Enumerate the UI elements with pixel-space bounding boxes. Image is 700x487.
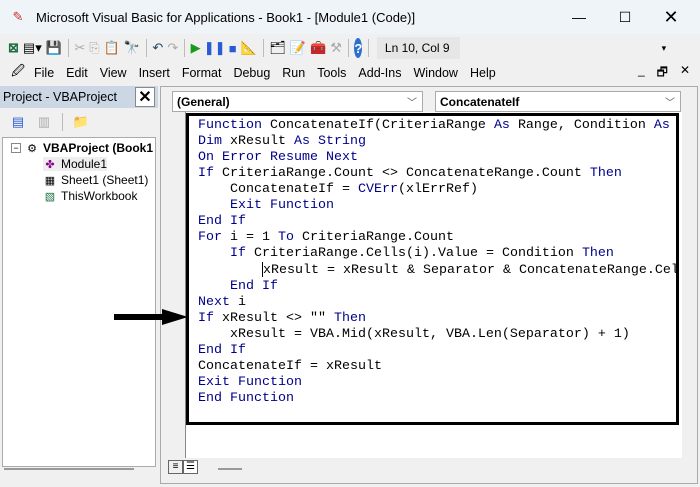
chevron-down-icon: ﹀	[407, 98, 417, 109]
workbook-icon: ▧	[44, 190, 56, 203]
chevron-down-icon: ﹀	[665, 98, 675, 109]
menu-help[interactable]: Help	[464, 66, 502, 80]
sheet-icon: ▦	[44, 174, 56, 187]
module-icon: ✤	[45, 158, 55, 171]
maximize-button[interactable]: ☐	[602, 0, 648, 34]
procedure-dropdown[interactable]: ConcatenateIf ﹀	[435, 91, 681, 112]
menu-debug[interactable]: Debug	[227, 66, 276, 80]
project-panel-close-button[interactable]: ✕	[135, 87, 155, 107]
menu-edit[interactable]: Edit	[60, 66, 94, 80]
arrow-icon	[114, 309, 188, 325]
highlight-box	[186, 113, 679, 425]
procedure-dropdown-value: ConcatenateIf	[440, 94, 520, 109]
paste-icon[interactable]: 📋	[104, 38, 120, 58]
menu-bar: 🖉 File Edit View Insert Format Debug Run…	[8, 62, 698, 84]
run-icon[interactable]: ▶	[191, 38, 201, 58]
module-icon: 🖉	[11, 63, 25, 78]
undo-icon[interactable]: ↶	[152, 38, 163, 58]
collapse-icon[interactable]: −	[11, 143, 21, 153]
toggle-folders-icon[interactable]: 📁	[71, 112, 91, 132]
break-icon[interactable]: ❚❚	[204, 38, 226, 58]
full-module-view-button[interactable]: ☰	[183, 460, 198, 474]
view-code-icon[interactable]: ▤	[8, 112, 28, 132]
cursor-position: Ln 10, Col 9	[376, 37, 460, 59]
project-explorer-icon[interactable]: 🗂	[269, 38, 286, 58]
object-dropdown[interactable]: (General) ﹀	[172, 91, 423, 112]
design-mode-icon[interactable]: 📐	[241, 38, 257, 58]
menu-window[interactable]: Window	[408, 66, 464, 80]
redo-icon[interactable]: ↷	[167, 38, 178, 58]
find-icon[interactable]: 🔭	[124, 38, 140, 58]
tree-item-label: Module1	[61, 157, 108, 171]
view-buttons: ≡ ☰	[168, 460, 200, 474]
copy-icon[interactable]: ⎘	[89, 38, 99, 58]
project-horizontal-scrollbar[interactable]	[4, 468, 134, 470]
horizontal-scrollbar[interactable]	[218, 468, 242, 470]
minimize-button[interactable]: —	[556, 0, 602, 34]
window-title: Microsoft Visual Basic for Applications …	[36, 9, 416, 25]
tree-root-label: VBAProject (Book1	[43, 141, 154, 155]
child-close-button[interactable]: ✕	[680, 63, 690, 84]
vba-app-icon: ✎	[12, 9, 24, 24]
toolbox-icon[interactable]: ⚒	[330, 38, 342, 58]
tree-item-label: Sheet1 (Sheet1)	[61, 173, 149, 187]
help-icon[interactable]: ?	[354, 38, 363, 58]
menu-addins[interactable]: Add-Ins	[352, 66, 407, 80]
menu-file[interactable]: File	[28, 66, 60, 80]
menu-run[interactable]: Run	[276, 66, 311, 80]
cut-icon[interactable]: ✂	[74, 38, 85, 58]
save-icon[interactable]: 💾	[46, 38, 62, 58]
reset-icon[interactable]: ■	[229, 38, 237, 58]
child-restore-button[interactable]: 🗗	[657, 63, 668, 84]
close-button[interactable]: ✕	[648, 0, 694, 34]
child-minimize-button[interactable]: _	[638, 63, 645, 84]
insert-userform-icon[interactable]: ▤▾	[23, 38, 42, 58]
procedure-view-button[interactable]: ≡	[168, 460, 183, 474]
vertical-scrollbar[interactable]	[682, 112, 696, 458]
object-browser-icon[interactable]: 🧰	[310, 38, 326, 58]
properties-window-icon[interactable]: 📝	[290, 38, 306, 58]
tree-item-module1[interactable]: ✤ Module1	[43, 157, 108, 171]
view-excel-icon[interactable]: ⊠	[8, 38, 19, 58]
project-tree: − ⚙ VBAProject (Book1 ✤ Module1 ▦ Sheet1…	[2, 137, 156, 467]
object-dropdown-value: (General)	[177, 94, 230, 109]
toolbar-options-icon[interactable]: ▾	[660, 38, 668, 58]
view-object-icon[interactable]: ▥	[34, 112, 54, 132]
standard-toolbar: ⊠ ▤▾ 💾 ✂ ⎘ 📋 🔭 ↶ ↷ ▶ ❚❚ ■ 📐 🗂 📝 🧰 ⚒ ? Ln…	[8, 36, 668, 60]
vbaproject-icon: ⚙	[27, 142, 37, 155]
tree-item-thisworkbook[interactable]: ▧ ThisWorkbook	[43, 189, 138, 203]
separator	[62, 113, 63, 131]
title-bar: ✎ Microsoft Visual Basic for Application…	[0, 0, 700, 34]
menu-tools[interactable]: Tools	[311, 66, 352, 80]
tree-item-sheet1[interactable]: ▦ Sheet1 (Sheet1)	[43, 173, 149, 187]
project-toolbar: ▤ ▥ 📁	[0, 108, 158, 136]
tree-item-label: ThisWorkbook	[61, 189, 138, 203]
menu-insert[interactable]: Insert	[133, 66, 176, 80]
menu-view[interactable]: View	[94, 66, 133, 80]
menu-format[interactable]: Format	[176, 66, 228, 80]
tree-root[interactable]: − ⚙ VBAProject (Book1	[11, 141, 153, 155]
